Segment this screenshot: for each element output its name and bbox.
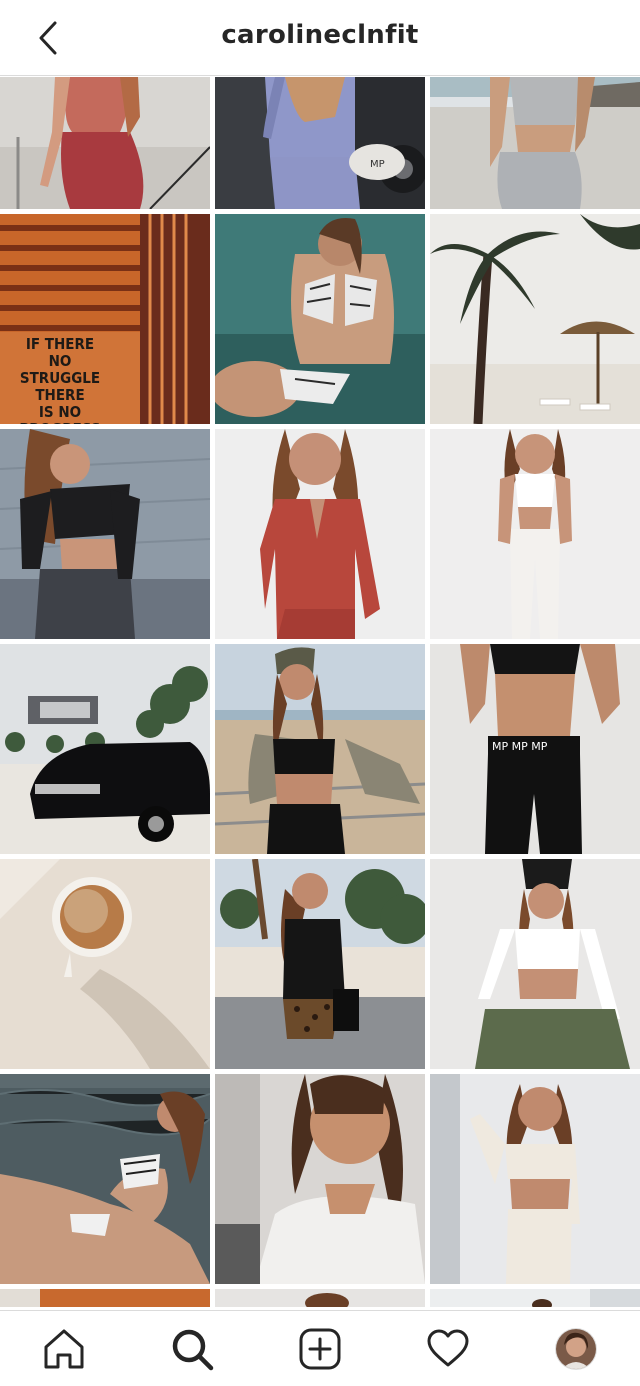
nav-home-button[interactable] bbox=[42, 1327, 86, 1371]
post-thumbnail[interactable] bbox=[430, 77, 640, 209]
post-thumbnail[interactable] bbox=[430, 1074, 640, 1284]
post-thumbnail[interactable] bbox=[430, 1289, 640, 1307]
post-thumbnail[interactable] bbox=[0, 644, 210, 854]
search-icon bbox=[172, 1329, 214, 1371]
post-thumbnail[interactable] bbox=[215, 1289, 425, 1307]
post-thumbnail[interactable]: MP MP MP bbox=[430, 644, 640, 854]
post-thumbnail[interactable] bbox=[0, 429, 210, 639]
post-thumbnail[interactable] bbox=[215, 859, 425, 1069]
avatar bbox=[556, 1329, 596, 1369]
post-thumbnail[interactable] bbox=[0, 1289, 210, 1307]
bottom-nav bbox=[0, 1310, 640, 1386]
post-thumbnail[interactable] bbox=[215, 644, 425, 854]
nav-activity-button[interactable] bbox=[426, 1327, 470, 1371]
nav-new-post-button[interactable] bbox=[298, 1327, 342, 1371]
nav-profile-button[interactable] bbox=[554, 1327, 598, 1371]
post-thumbnail[interactable] bbox=[430, 429, 640, 639]
post-thumbnail[interactable] bbox=[215, 429, 425, 639]
nav-search-button[interactable] bbox=[170, 1327, 214, 1371]
post-thumbnail[interactable] bbox=[430, 214, 640, 424]
heart-icon bbox=[427, 1329, 469, 1367]
post-thumbnail[interactable] bbox=[430, 859, 640, 1069]
home-icon bbox=[44, 1329, 84, 1369]
post-thumbnail[interactable]: IF THERE NO STRUGGLE THERE IS NO PROGRES… bbox=[0, 214, 210, 424]
svg-text:MP MP MP: MP MP MP bbox=[492, 740, 548, 753]
post-thumbnail[interactable] bbox=[215, 214, 425, 424]
post-thumbnail[interactable]: MP bbox=[215, 77, 425, 209]
post-thumbnail[interactable] bbox=[215, 1074, 425, 1284]
quote-text: IF THERE NO STRUGGLE THERE IS NO PROGRES… bbox=[19, 335, 101, 425]
post-thumbnail[interactable] bbox=[0, 1074, 210, 1284]
post-thumbnail[interactable] bbox=[0, 859, 210, 1069]
top-bar: carolineclnfit bbox=[0, 0, 640, 76]
add-square-icon bbox=[299, 1328, 341, 1370]
svg-text:MP: MP bbox=[370, 159, 385, 170]
post-thumbnail[interactable] bbox=[0, 77, 210, 209]
explore-grid: MP IF THERE NO STRUGGLE THERE IS NO MP M… bbox=[0, 77, 640, 1307]
page-title: carolineclnfit bbox=[221, 20, 419, 50]
